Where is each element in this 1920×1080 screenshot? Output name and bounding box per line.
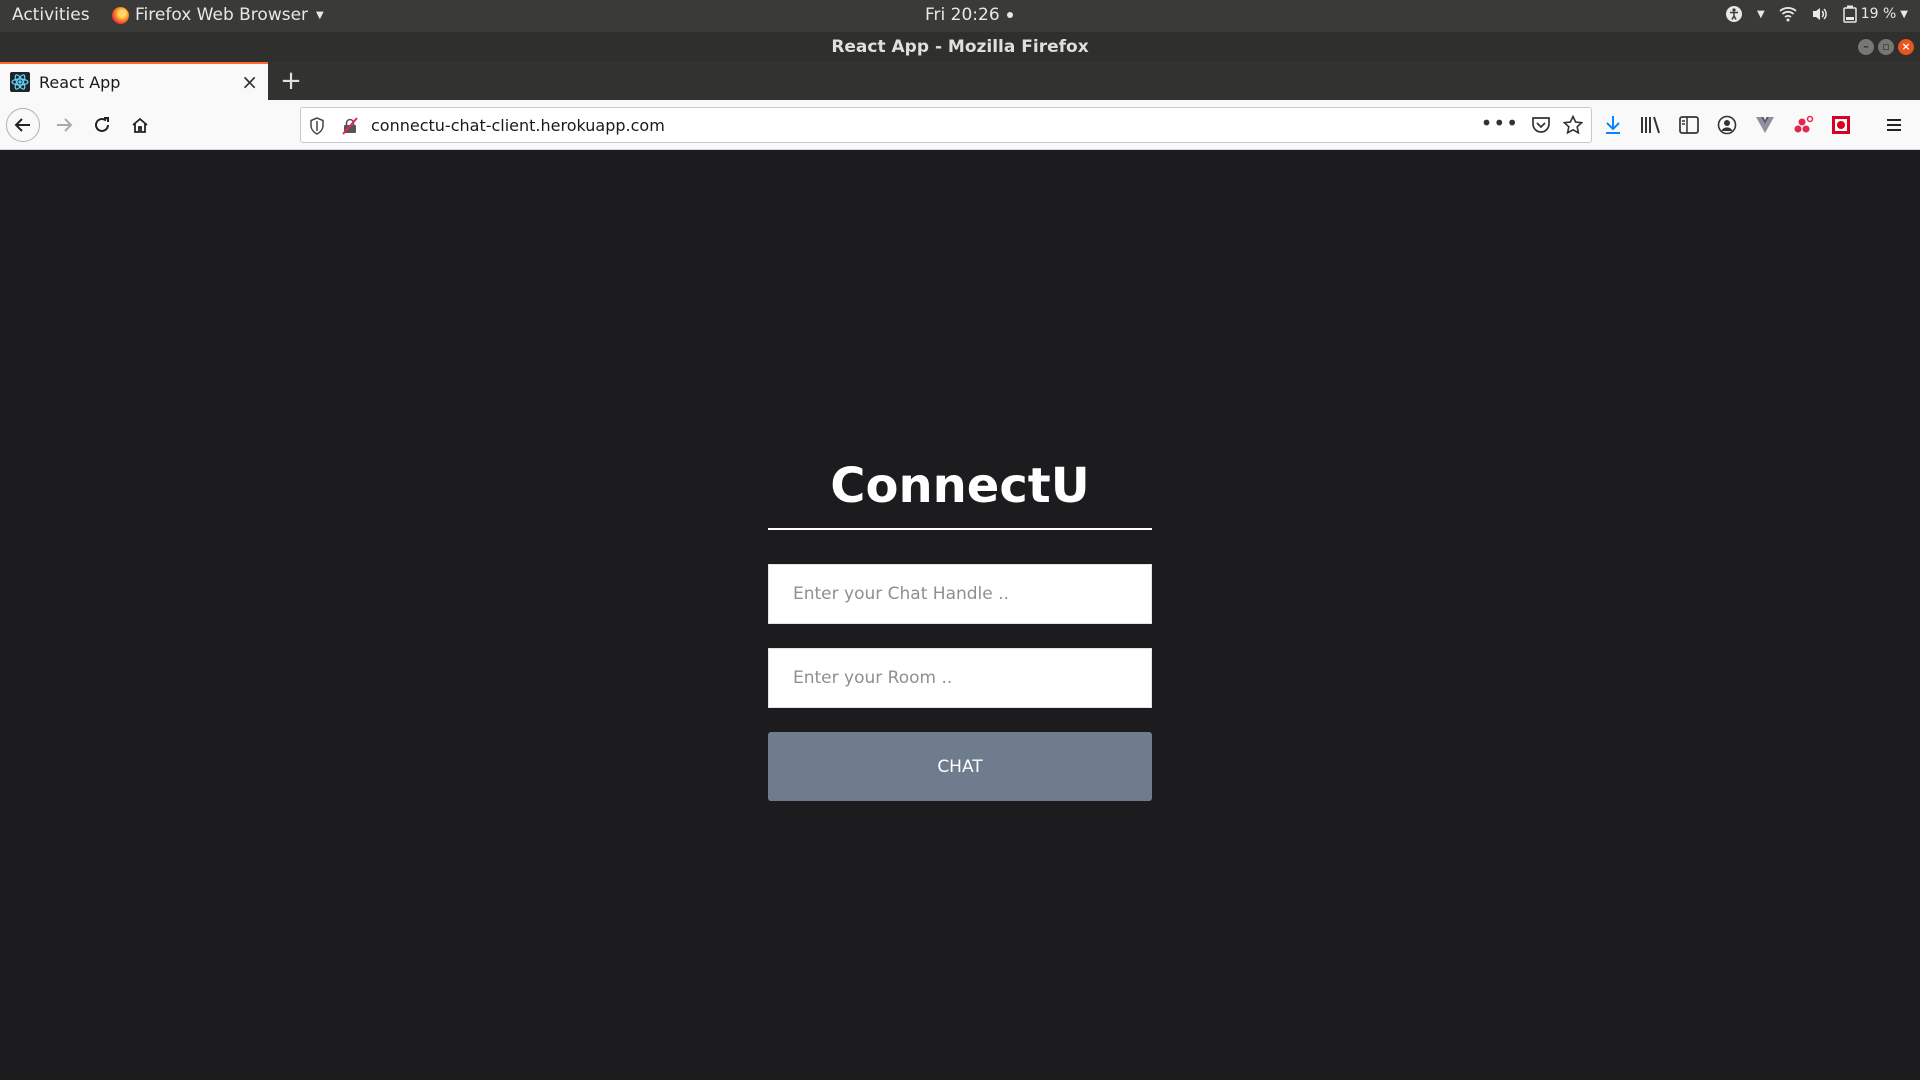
minimize-icon[interactable]: – [1858,39,1874,55]
react-icon [10,72,30,92]
tab-react-app[interactable]: React App × [0,62,268,100]
clock[interactable]: Fri 20:26 [925,5,1013,25]
bookmark-star-icon[interactable] [1562,114,1584,139]
tracking-shield-icon[interactable] [309,117,325,139]
join-form: ConnectU CHAT [768,458,1152,801]
wifi-icon [1779,6,1797,22]
chevron-down-icon: ▼ [1900,8,1908,20]
home-button[interactable] [124,109,156,141]
extension-box-icon[interactable] [1828,109,1854,141]
home-icon [132,117,148,133]
account-icon[interactable] [1714,109,1740,141]
library-icon[interactable] [1638,109,1664,141]
battery-indicator: 19 % ▼ [1842,5,1908,23]
menu-button[interactable] [1878,109,1910,141]
window-title: React App - Mozilla Firefox [831,37,1089,57]
navigation-toolbar: connectu-chat-client.herokuapp.com ••• [0,100,1920,150]
tab-label: React App [39,72,121,92]
close-tab-icon[interactable]: × [241,70,258,94]
download-icon[interactable] [1600,109,1626,141]
battery-label: 19 % [1860,6,1897,22]
activities-button[interactable]: Activities [12,5,90,25]
extension-red-icon[interactable] [1790,109,1816,141]
maximize-icon[interactable]: ▫ [1878,39,1894,55]
address-bar[interactable]: connectu-chat-client.herokuapp.com ••• [300,107,1592,143]
accessibility-icon[interactable] [1725,5,1743,23]
close-icon[interactable]: × [1898,39,1914,55]
back-button[interactable] [6,108,40,142]
forward-button[interactable] [48,109,80,141]
toolbar-icons [1600,109,1854,141]
arrow-left-icon [14,118,30,132]
window-title-bar: React App - Mozilla Firefox – ▫ × [0,32,1920,62]
pocket-icon[interactable] [1531,116,1551,138]
notification-dot-icon [1006,12,1013,18]
reload-icon [95,117,109,132]
app-menu-label: Firefox Web Browser [135,5,309,25]
app-heading: ConnectU [768,458,1152,530]
tab-strip: React App × + [0,62,1920,100]
system-top-bar: Activities Firefox Web Browser ▼ Fri 20:… [0,0,1920,32]
clock-label: Fri 20:26 [925,5,1000,25]
vue-devtools-icon[interactable] [1752,109,1778,141]
arrow-right-icon [57,118,73,132]
window-controls: – ▫ × [1858,39,1914,55]
new-tab-button[interactable]: + [278,66,304,96]
url-text[interactable]: connectu-chat-client.herokuapp.com [371,116,665,135]
chat-button[interactable]: CHAT [768,732,1152,801]
firefox-icon [112,6,129,24]
chevron-down-icon: ▼ [316,9,324,21]
insecure-lock-icon[interactable] [341,117,359,139]
reload-button[interactable] [86,109,118,141]
page-actions-icon[interactable]: ••• [1481,111,1519,135]
room-input[interactable] [768,648,1152,708]
system-tray[interactable]: ▼ 19 % ▼ [1725,5,1908,23]
battery-icon [1842,5,1857,23]
page-content: ConnectU CHAT [0,150,1920,1080]
menu-icon [1887,119,1901,131]
chat-handle-input[interactable] [768,564,1152,624]
chevron-down-icon: ▼ [1757,8,1765,20]
sidebar-icon[interactable] [1676,109,1702,141]
volume-icon [1811,6,1829,22]
app-menu[interactable]: Firefox Web Browser ▼ [112,5,324,25]
